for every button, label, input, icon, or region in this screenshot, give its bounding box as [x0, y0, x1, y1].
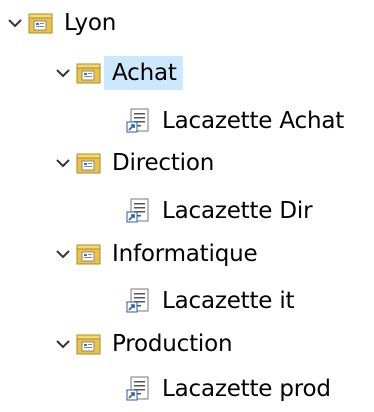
chevron-down-icon[interactable] — [52, 237, 74, 271]
tree-node-informatique[interactable]: Informatique — [52, 237, 263, 271]
tree-leaf-lacazette-achat[interactable]: Lacazette Achat — [124, 104, 350, 138]
ou-folder-icon — [74, 327, 104, 361]
tree-leaf-lacazette-prod[interactable]: Lacazette prod — [124, 372, 337, 406]
gpo-shortcut-icon — [124, 194, 154, 228]
chevron-down-icon[interactable] — [52, 146, 74, 180]
ou-folder-icon — [74, 237, 104, 271]
chevron-down-icon[interactable] — [4, 6, 26, 40]
chevron-down-icon[interactable] — [52, 327, 74, 361]
tree-node-label: Lacazette Dir — [162, 198, 313, 224]
tree-leaf-lacazette-it[interactable]: Lacazette it — [124, 284, 300, 318]
ou-folder-icon — [74, 146, 104, 180]
tree-node-label: Lyon — [64, 10, 117, 36]
tree-node-lyon[interactable]: Lyon — [4, 6, 122, 40]
tree-node-label: Lacazette it — [162, 288, 295, 314]
tree-node-label: Direction — [112, 150, 215, 176]
tree-node-achat[interactable]: Achat — [52, 56, 183, 90]
chevron-down-icon[interactable] — [52, 56, 74, 90]
tree-leaf-lacazette-dir[interactable]: Lacazette Dir — [124, 194, 318, 228]
tree-node-label: Achat — [104, 56, 183, 90]
ou-folder-icon — [26, 6, 56, 40]
ou-tree-view: Lyon Achat Lacazette Achat Direction Lac… — [0, 0, 374, 412]
tree-node-label: Production — [112, 331, 233, 357]
gpo-shortcut-icon — [124, 372, 154, 406]
tree-node-label: Informatique — [112, 241, 258, 267]
tree-node-production[interactable]: Production — [52, 327, 238, 361]
ou-folder-icon — [74, 56, 104, 90]
gpo-shortcut-icon — [124, 284, 154, 318]
tree-node-direction[interactable]: Direction — [52, 146, 220, 180]
tree-node-label: Lacazette prod — [162, 376, 331, 402]
gpo-shortcut-icon — [124, 104, 154, 138]
tree-node-label: Lacazette Achat — [162, 108, 345, 134]
